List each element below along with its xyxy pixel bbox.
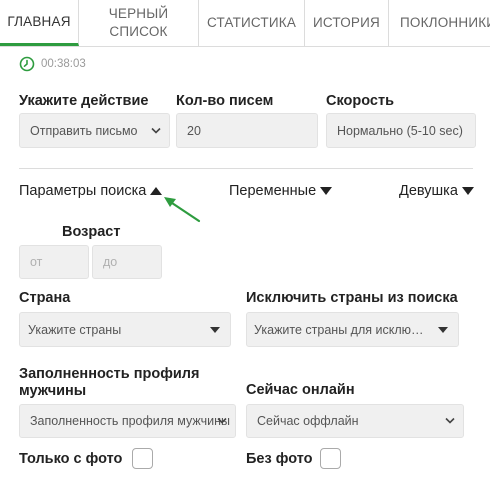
tab-statistics-label: СТАТИСТИКА [206, 15, 297, 31]
online-select[interactable]: Сейчас оффлайн [246, 404, 464, 438]
age-to-placeholder: до [103, 255, 118, 269]
tab-statistics[interactable]: СТАТИСТИКА [199, 0, 305, 46]
age-from-input[interactable]: от [19, 245, 89, 279]
tab-blacklist-label: ЧЕРНЫЙ СПИСОК [108, 6, 169, 39]
speed-select-value: Нормально (5-10 sec) [337, 123, 463, 138]
online-label: Сейчас онлайн [246, 382, 355, 398]
exclude-country-select[interactable]: Укажите страны для исклю… [246, 312, 459, 347]
speed-select[interactable]: Нормально (5-10 sec) [326, 113, 476, 148]
country-placeholder: Укажите страны [28, 322, 122, 337]
variables-toggle[interactable]: Переменные [229, 183, 333, 199]
caret-down-icon [438, 326, 448, 333]
variables-label: Переменные [229, 183, 317, 199]
triangle-down-icon [320, 187, 333, 195]
girl-toggle[interactable]: Девушка [399, 183, 474, 199]
profile-fill-label: Заполненность профиля мужчины [19, 366, 200, 399]
no-photo-checkbox[interactable] [320, 448, 341, 469]
photo-only-checkbox[interactable] [132, 448, 153, 469]
triangle-down-icon [461, 187, 474, 195]
action-select-value: Отправить письмо [30, 123, 138, 138]
green-arrow-icon [164, 197, 201, 223]
online-value: Сейчас оффлайн [257, 414, 359, 428]
tab-main-label: ГЛАВНАЯ [7, 13, 71, 29]
count-input[interactable]: 20 [176, 113, 318, 148]
chevron-down-icon [445, 417, 455, 424]
action-label: Укажите действие [19, 93, 149, 109]
tab-admirers-label: ПОКЛОННИКИ [400, 15, 490, 31]
tab-main[interactable]: ГЛАВНАЯ [0, 0, 79, 46]
tab-history-label: ИСТОРИЯ [312, 15, 380, 31]
action-select[interactable]: Отправить письмо [19, 113, 170, 148]
timer: 00:38:03 [19, 56, 86, 72]
exclude-country-placeholder: Укажите страны для исклю… [254, 322, 424, 337]
search-params-toggle[interactable]: Параметры поиска [19, 183, 163, 199]
count-input-value: 20 [187, 123, 201, 138]
exclude-country-label: Исключить страны из поиска [246, 290, 458, 306]
age-label: Возраст [62, 224, 121, 240]
profile-fill-value: Заполненность профиля мужчины [30, 414, 231, 428]
search-params-label: Параметры поиска [19, 183, 147, 199]
country-select[interactable]: Укажите страны [19, 312, 231, 347]
tab-history[interactable]: ИСТОРИЯ [305, 0, 389, 46]
age-from-placeholder: от [30, 255, 43, 269]
chevron-down-icon [217, 417, 227, 424]
girl-label: Девушка [399, 183, 458, 199]
timer-value: 00:38:03 [41, 58, 86, 70]
caret-down-icon [210, 326, 220, 333]
clock-icon [19, 56, 35, 72]
no-photo-label: Без фото [246, 451, 313, 467]
age-to-input[interactable]: до [92, 245, 162, 279]
speed-label: Скорость [326, 93, 394, 109]
photo-only-label: Только с фото [19, 451, 123, 467]
count-label: Кол-во писем [176, 93, 274, 109]
tab-blacklist[interactable]: ЧЕРНЫЙ СПИСОК [79, 0, 199, 46]
divider [19, 168, 473, 169]
profile-fill-select[interactable]: Заполненность профиля мужчины [19, 404, 236, 438]
main-tabs: ГЛАВНАЯ ЧЕРНЫЙ СПИСОК СТАТИСТИКА ИСТОРИЯ… [0, 0, 490, 47]
tab-admirers[interactable]: ПОКЛОННИКИ [389, 0, 490, 46]
country-label: Страна [19, 290, 71, 306]
chevron-down-icon [151, 127, 161, 134]
